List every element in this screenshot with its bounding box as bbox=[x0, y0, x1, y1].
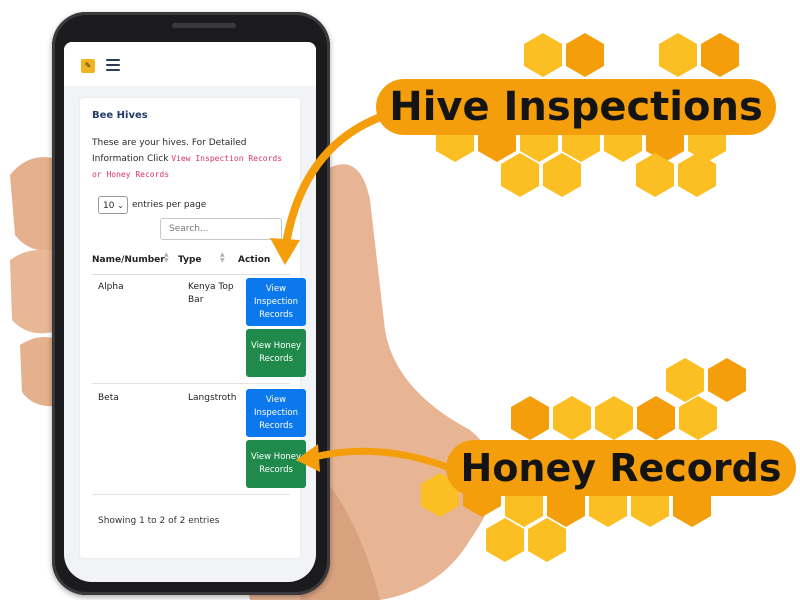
honey-records-callout: Honey Records bbox=[446, 440, 796, 496]
hive-inspections-callout: Hive Inspections bbox=[376, 79, 776, 135]
